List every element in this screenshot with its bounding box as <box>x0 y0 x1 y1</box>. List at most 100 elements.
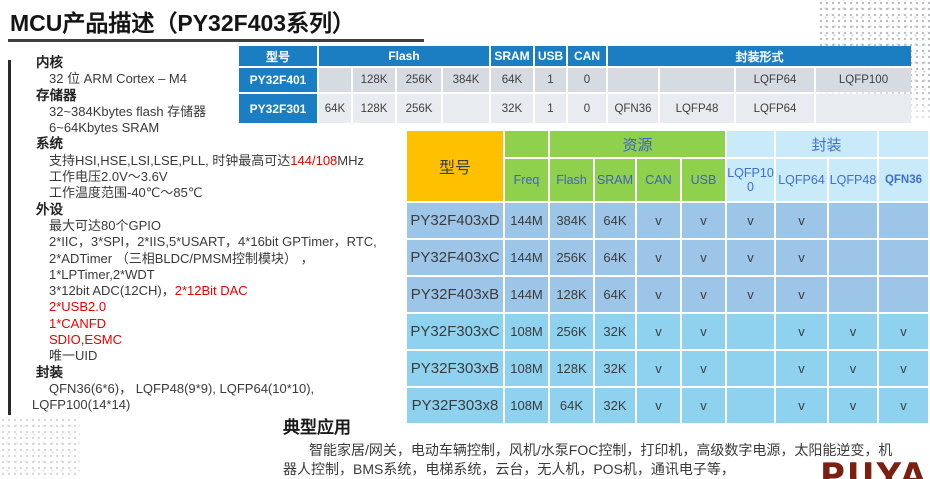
matrix-value-cell: 32K <box>595 314 635 349</box>
matrix-model-cell: PY32F303xB <box>407 351 503 386</box>
matrix-header-model: 型号 <box>407 131 503 201</box>
matrix-value-cell: v <box>637 240 680 275</box>
matrix-value-cell: 144M <box>505 203 548 238</box>
matrix-value-cell: 108M <box>505 351 548 386</box>
matrix-model-cell: PY32F403xC <box>407 240 503 275</box>
matrix-value-cell <box>829 277 877 312</box>
matrix-value-cell <box>879 203 928 238</box>
feature-line: 最大可达80个GPIO <box>49 218 416 234</box>
spec-header-can: CAN <box>568 46 606 66</box>
matrix-value-cell <box>879 240 928 275</box>
feature-text: 2*ADTimer （三相BLDC/PMSM控制模块） ， <box>49 251 314 266</box>
matrix-row: PY32F303xB108M128K32Kvvvvv <box>407 351 928 386</box>
matrix-col-usb: USB <box>682 159 725 201</box>
feature-line: 3*12bit ADC(12CH)，2*12Bit DAC <box>49 283 416 299</box>
feature-text: 2*IIC，3*SPI，2*IIS,5*USART，4*16bit GPTime… <box>49 234 377 249</box>
spec-header-package: 封装形式 <box>608 46 911 66</box>
feature-line: 1*CANFD <box>49 316 416 332</box>
matrix-value-cell: v <box>682 277 725 312</box>
spec-flash-cell: 64K <box>319 94 351 123</box>
feature-line: 工作电压2.0V～3.6V <box>49 169 416 185</box>
spec-flash-cell: 128K <box>353 68 395 92</box>
typical-apps-title: 典型应用 <box>283 413 895 438</box>
matrix-value-cell: v <box>776 314 827 349</box>
spec-header-flash: Flash <box>319 46 489 66</box>
matrix-col-can: CAN <box>637 159 680 201</box>
matrix-header-spacer-lblue-left <box>727 131 774 157</box>
left-accent-bar <box>8 60 11 415</box>
matrix-value-cell: v <box>879 314 928 349</box>
matrix-value-cell: 256K <box>550 314 593 349</box>
matrix-header-resources: 资源 <box>550 131 725 157</box>
matrix-value-cell: 384K <box>550 203 593 238</box>
spec-header-model: 型号 <box>239 46 317 66</box>
matrix-value-cell: v <box>727 203 774 238</box>
matrix-model-cell: PY32F403xD <box>407 203 503 238</box>
matrix-value-cell: v <box>776 351 827 386</box>
spec-table: 型号 Flash SRAM USB CAN 封装形式 PY32F401128K2… <box>237 44 913 125</box>
matrix-value-cell: 64K <box>595 277 635 312</box>
page-title: MCU产品描述（PY32F403系列） <box>10 4 355 38</box>
spec-flash-cell: 256K <box>397 94 441 123</box>
spec-can-cell: 0 <box>568 68 606 92</box>
matrix-value-cell <box>879 277 928 312</box>
matrix-value-cell: v <box>776 240 827 275</box>
spec-flash-cell: 384K <box>443 68 489 92</box>
typical-apps: 典型应用 智能家居/网关，电动车辆控制，风机/水泵FOC控制，打印机，高级数字电… <box>283 413 895 479</box>
matrix-value-cell <box>829 203 877 238</box>
typical-apps-text: 智能家居/网关，电动车辆控制，风机/水泵FOC控制，打印机，高级数字电源，太阳能… <box>283 441 895 479</box>
feature-text: 2*12Bit DAC <box>175 283 248 298</box>
matrix-col-flash: Flash <box>550 159 593 201</box>
matrix-value-cell: v <box>682 351 725 386</box>
matrix-value-cell: v <box>682 240 725 275</box>
spec-sram-cell: 32K <box>491 94 533 123</box>
feature-text: 1*LPTimer,2*WDT <box>49 267 155 282</box>
matrix-value-cell <box>727 351 774 386</box>
matrix-value-cell: 64K <box>595 203 635 238</box>
spec-flash-cell: 256K <box>397 68 441 92</box>
matrix-model-cell: PY32F303xC <box>407 314 503 349</box>
matrix-value-cell: v <box>727 240 774 275</box>
brand-logo: PUYA <box>820 456 928 479</box>
feature-line: 2*ADTimer （三相BLDC/PMSM控制模块） ， <box>49 251 416 267</box>
spec-package-cell: LQFP64 <box>736 68 814 92</box>
feature-line: 1*LPTimer,2*WDT <box>49 267 416 283</box>
title-underline <box>8 39 424 42</box>
matrix-row: PY32F403xB144M128K64Kvvvv <box>407 277 928 312</box>
spec-model-cell: PY32F401 <box>239 68 317 92</box>
matrix-col-lqfp64: LQFP64 <box>776 159 827 201</box>
matrix-model-cell: PY32F403xB <box>407 277 503 312</box>
matrix-value-cell: v <box>829 351 877 386</box>
matrix-value-cell: v <box>637 314 680 349</box>
feature-text: 唯一UID <box>49 348 97 363</box>
matrix-value-cell: 108M <box>505 314 548 349</box>
feature-text: 3*12bit ADC(12CH)， <box>49 283 175 298</box>
spec-flash-cell <box>443 94 489 123</box>
slide-page: MCU产品描述（PY32F403系列） 内核32 位 ARM Cortex – … <box>0 0 930 479</box>
spec-flash-cell <box>319 68 351 92</box>
spec-package-cell: QFN36 <box>608 94 658 123</box>
matrix-row: PY32F403xC144M256K64Kvvvv <box>407 240 928 275</box>
feature-line: 支持HSI,HSE,LSI,LSE,PLL, 时钟最高可达144/108MHz <box>49 153 416 169</box>
map-texture-bottom-left <box>0 417 80 479</box>
matrix-value-cell: 256K <box>550 240 593 275</box>
spec-row: PY32F401128K256K384K64K10LQFP64LQFP100 <box>239 68 911 92</box>
matrix-value-cell: v <box>682 314 725 349</box>
feature-line: SDIO,ESMC <box>49 332 416 348</box>
feature-text: 6~64Kbytes SRAM <box>49 120 159 135</box>
matrix-value-cell <box>829 240 877 275</box>
spec-usb-cell: 1 <box>535 94 566 123</box>
matrix-value-cell: v <box>727 277 774 312</box>
matrix-col-lqfp48: LQFP48 <box>829 159 877 201</box>
feature-text: 工作温度范围-40℃～85℃ <box>49 185 202 200</box>
feature-heading: 封装 <box>36 365 416 381</box>
matrix-row: PY32F403xD144M384K64Kvvvv <box>407 203 928 238</box>
matrix-value-cell: v <box>637 203 680 238</box>
matrix-header-package: 封装 <box>776 131 877 157</box>
feature-line: LQFP100(14*14) <box>32 397 416 413</box>
feature-text: QFN36(6*6)， LQFP48(9*9), LQFP64(10*10), <box>49 381 314 396</box>
feature-line: 工作温度范围-40℃～85℃ <box>49 185 416 201</box>
spec-usb-cell: 1 <box>535 68 566 92</box>
matrix-col-lqfp100: LQFP100 <box>727 159 774 201</box>
feature-heading: 外设 <box>36 202 416 218</box>
